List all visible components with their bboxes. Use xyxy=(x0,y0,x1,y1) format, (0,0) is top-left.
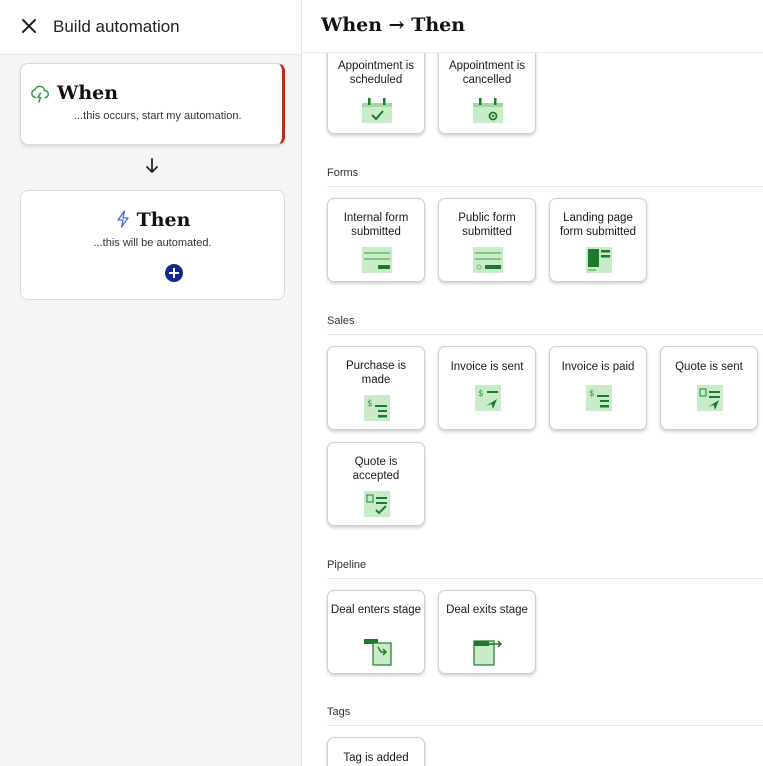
lightning-icon xyxy=(116,210,129,228)
invoice-paid-icon: $ xyxy=(583,383,615,413)
tile-label: Quote is accepted xyxy=(352,456,400,482)
section-label-forms: Forms xyxy=(327,167,359,179)
trigger-tile-deal-enters-stage[interactable]: Deal enters stage xyxy=(327,590,425,674)
tile-label: Deal enters stage xyxy=(330,604,422,616)
tile-label: Deal exits stage xyxy=(446,604,528,616)
quote-accepted-icon xyxy=(361,489,393,519)
left-panel: Build automation When ...this occurs, st… xyxy=(0,0,302,766)
tile-label: Public form submitted xyxy=(458,212,516,238)
tile-label: Quote is sent xyxy=(675,361,743,373)
left-panel-header: Build automation xyxy=(0,0,301,55)
tile-label: Landing page form submitted xyxy=(559,212,637,238)
public-form-icon xyxy=(472,245,504,275)
trigger-picker-title: When → Then xyxy=(321,14,466,36)
tile-label: Appointment is cancelled xyxy=(448,60,526,86)
section-divider xyxy=(327,334,763,335)
quote-sent-icon xyxy=(694,383,726,413)
svg-text:$: $ xyxy=(589,389,595,399)
when-step-card[interactable]: When ...this occurs, start my automation… xyxy=(20,63,285,145)
tile-label: Tag is added xyxy=(343,752,409,764)
section-label-tags: Tags xyxy=(327,706,351,718)
trigger-tile-internal-form-submitted[interactable]: Internal form submitted xyxy=(327,198,425,282)
invoice-sent-icon: $ xyxy=(472,383,504,413)
deal-exits-stage-icon xyxy=(472,637,504,667)
trigger-tile-deal-exits-stage[interactable]: Deal exits stage xyxy=(438,590,536,674)
section-divider xyxy=(327,186,763,187)
when-title: When xyxy=(57,82,119,104)
tile-label: Appointment is scheduled xyxy=(337,60,415,86)
when-subtitle: ...this occurs, start my automation. xyxy=(74,110,242,122)
trigger-tile-tag-added[interactable]: Tag is added xyxy=(327,737,425,766)
internal-form-icon xyxy=(361,245,393,275)
trigger-tile-public-form-submitted[interactable]: Public form submitted xyxy=(438,198,536,282)
then-step-card[interactable]: Then ...this will be automated. xyxy=(20,190,285,300)
landing-page-form-icon xyxy=(583,245,615,275)
calendar-cancel-icon xyxy=(472,95,504,125)
deal-enters-stage-icon xyxy=(361,637,393,667)
tile-label: Internal form submitted xyxy=(343,212,409,238)
section-label-pipeline: Pipeline xyxy=(327,559,367,571)
trigger-tile-landing-page-form-submitted[interactable]: Landing page form submitted xyxy=(549,198,647,282)
panel-title: Build automation xyxy=(53,17,180,36)
trigger-tile-invoice-paid[interactable]: Invoice is paid $ xyxy=(549,346,647,430)
trigger-picker-header: When → Then xyxy=(302,0,763,53)
close-icon[interactable] xyxy=(20,17,38,35)
trigger-tile-purchase-made[interactable]: Purchase is made $ xyxy=(327,346,425,430)
svg-text:$: $ xyxy=(478,389,484,399)
cloud-lightning-icon xyxy=(31,85,50,103)
trigger-tile-quote-sent[interactable]: Quote is sent xyxy=(660,346,758,430)
trigger-picker-panel: When → Then Appointment is scheduled App… xyxy=(302,0,763,766)
then-subtitle: ...this will be automated. xyxy=(93,237,212,249)
tile-label: Invoice is sent xyxy=(450,361,524,373)
then-title: Then xyxy=(136,209,191,231)
section-label-sales: Sales xyxy=(327,315,355,327)
trigger-tile-invoice-sent[interactable]: Invoice is sent $ xyxy=(438,346,536,430)
add-action-button[interactable] xyxy=(165,264,183,282)
svg-text:$: $ xyxy=(367,399,373,409)
tile-label: Purchase is made xyxy=(345,360,407,386)
arrow-down-icon xyxy=(146,158,158,173)
section-divider xyxy=(327,725,763,726)
trigger-tile-quote-accepted[interactable]: Quote is accepted xyxy=(327,442,425,526)
purchase-icon: $ xyxy=(361,393,393,423)
section-divider xyxy=(327,578,763,579)
tile-label: Invoice is paid xyxy=(561,361,635,373)
calendar-check-icon xyxy=(361,95,393,125)
